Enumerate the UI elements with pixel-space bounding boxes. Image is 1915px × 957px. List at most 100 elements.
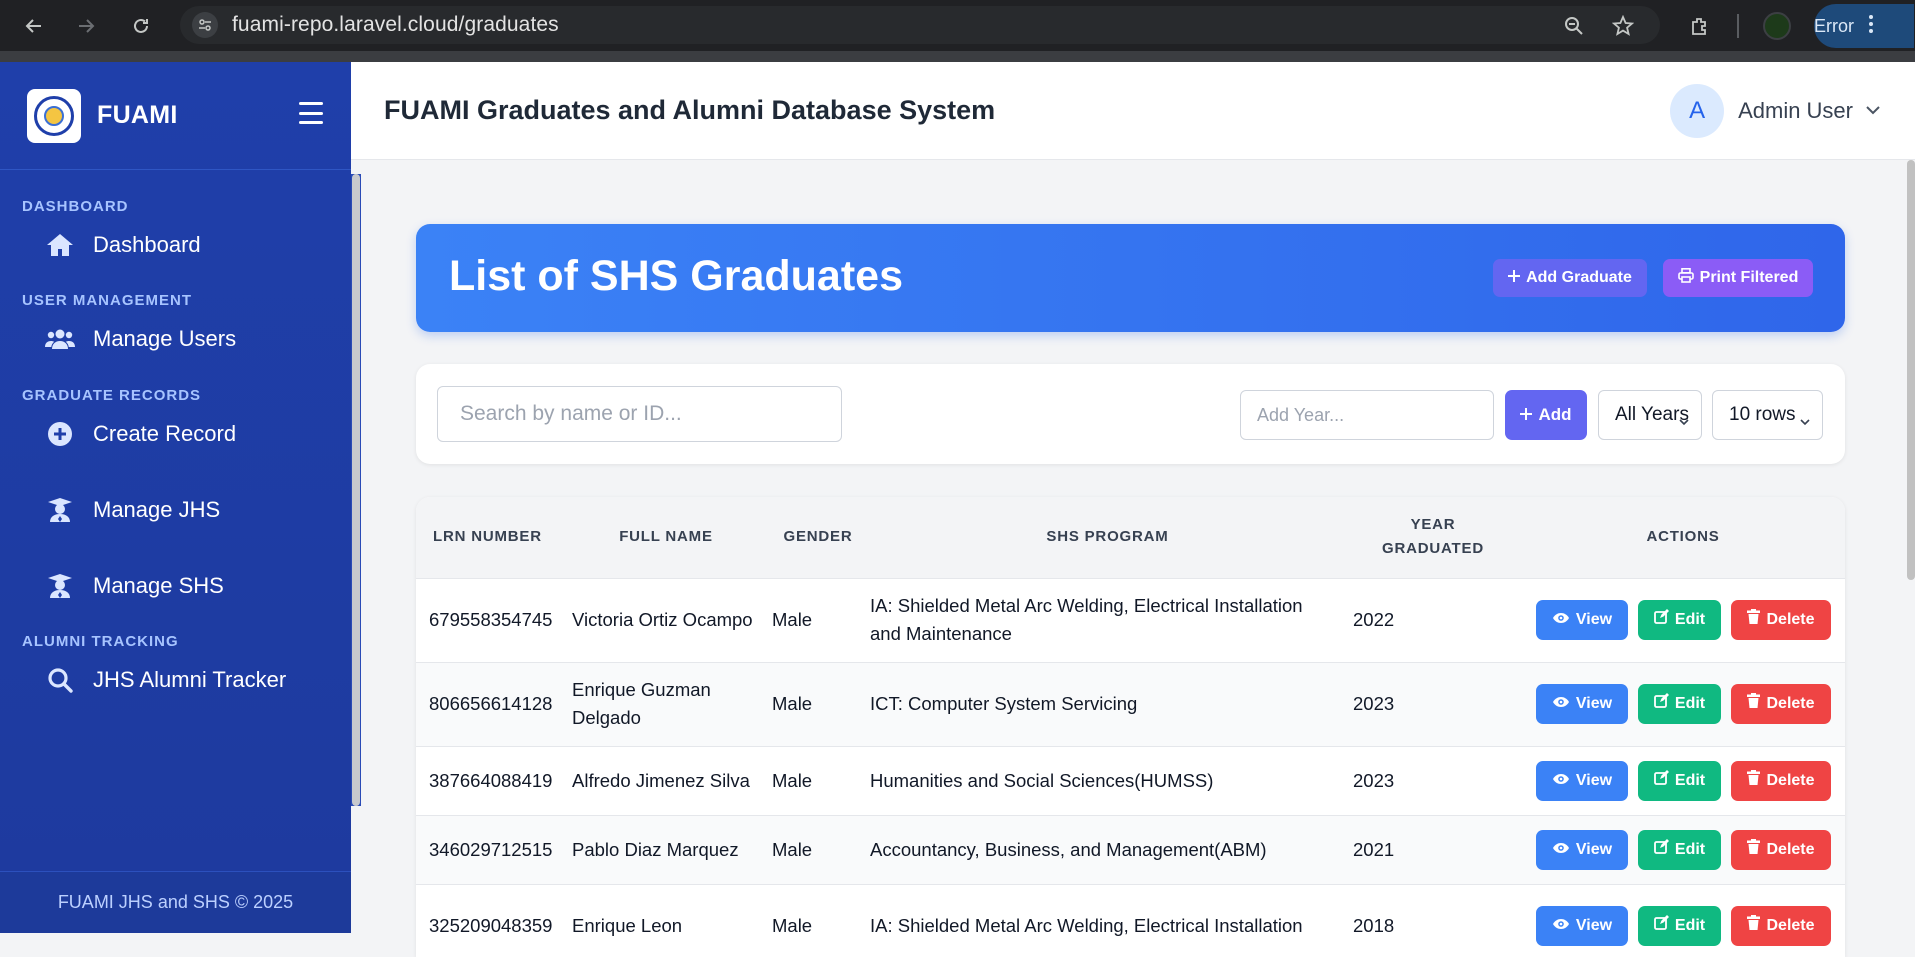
view-label: View [1575, 771, 1613, 789]
delete-button[interactable]: Delete [1731, 684, 1831, 724]
sidebar-item-label: Create Record [93, 421, 237, 446]
edit-button[interactable]: Edit [1638, 760, 1721, 801]
cell-year-graduated: 2023 [1345, 745, 1521, 815]
column-header-shs-program[interactable]: SHS PROGRAM [870, 497, 1345, 578]
edit-icon [1653, 690, 1675, 718]
edit-icon [1653, 912, 1675, 940]
error-button[interactable]: Error [1814, 4, 1914, 48]
page-scrollbar[interactable] [1907, 160, 1915, 580]
avatar: A [1670, 84, 1725, 138]
cell-full-name: Pablo Diaz Marquez [566, 814, 766, 884]
sidebar-item-manage-users[interactable]: Manage Users [0, 309, 341, 369]
column-header-year-graduated[interactable]: YEAR GRADUATED [1345, 497, 1521, 578]
printer-icon [1677, 268, 1700, 288]
section-title-graduate-records: GRADUATE RECORDS [22, 387, 202, 404]
rows-per-page-select[interactable]: 10 rows [1712, 390, 1823, 440]
view-label: View [1575, 917, 1613, 935]
print-filtered-button[interactable]: Print Filtered [1663, 259, 1813, 297]
add-year-button[interactable]: Add [1505, 390, 1587, 440]
sidebar-item-manage-jhs[interactable]: Manage JHS [0, 480, 341, 540]
sidebar-item-manage-shs[interactable]: Manage SHS [0, 556, 341, 616]
users-icon [45, 327, 75, 351]
view-button[interactable]: View [1536, 684, 1628, 724]
sidebar-scrollbar[interactable] [351, 174, 361, 806]
forward-icon[interactable] [72, 12, 100, 40]
table-row[interactable]: 387664088419 Alfredo Jimenez Silva Male … [416, 745, 1845, 815]
view-button[interactable]: View [1536, 600, 1628, 640]
delete-label: Delete [1766, 611, 1815, 628]
year-select[interactable]: All Years [1598, 390, 1702, 440]
delete-button[interactable]: Delete [1731, 906, 1831, 947]
edit-button[interactable]: Edit [1638, 906, 1721, 947]
cell-lrn: 325209048359 [416, 883, 566, 957]
sidebar-item-create-record[interactable]: Create Record [0, 404, 341, 464]
view-button[interactable]: View [1536, 829, 1628, 870]
extensions-icon[interactable] [1686, 12, 1714, 40]
hamburger-menu-icon[interactable] [299, 102, 323, 124]
delete-button[interactable]: Delete [1731, 600, 1831, 640]
sidebar-item-jhs-alumni-tracker[interactable]: JHS Alumni Tracker [0, 650, 341, 710]
print-filtered-label: Print Filtered [1699, 269, 1799, 286]
cell-year-graduated: 2023 [1345, 661, 1521, 746]
search-icon [45, 667, 75, 693]
trash-icon [1747, 690, 1766, 718]
edit-button[interactable]: Edit [1638, 829, 1721, 870]
header-year-line2: GRADUATED [1382, 540, 1484, 558]
cell-shs-program: IA: Shielded Metal Arc Welding, Electric… [870, 883, 1345, 957]
reload-icon[interactable] [127, 12, 155, 40]
delete-button[interactable]: Delete [1731, 829, 1831, 870]
plus-icon [1520, 405, 1533, 425]
sidebar-item-label: Manage SHS [93, 573, 224, 598]
chevron-down-icon [1679, 410, 1689, 432]
column-header-lrn[interactable]: LRN NUMBER [416, 497, 566, 578]
cell-lrn: 679558354745 [416, 577, 566, 662]
cell-shs-program: Humanities and Social Sciences(HUMSS) [870, 745, 1345, 815]
cell-shs-program: IA: Shielded Metal Arc Welding, Electric… [870, 577, 1345, 662]
edit-button[interactable]: Edit [1638, 600, 1721, 640]
table-row[interactable]: 325209048359 Enrique Leon Male IA: Shiel… [416, 883, 1845, 957]
edit-icon [1653, 836, 1675, 864]
delete-label: Delete [1766, 917, 1815, 935]
plus-icon [1508, 269, 1526, 287]
table-row[interactable]: 346029712515 Pablo Diaz Marquez Male Acc… [416, 814, 1845, 884]
delete-button[interactable]: Delete [1731, 760, 1831, 801]
table-row[interactable]: 679558354745 Victoria Ortiz Ocampo Male … [416, 577, 1845, 662]
profile-avatar[interactable] [1763, 12, 1791, 40]
cell-gender: Male [766, 577, 870, 662]
page-title: FUAMI Graduates and Alumni Database Syst… [384, 95, 996, 125]
edit-label: Edit [1674, 840, 1706, 858]
year-select-value: All Years [1615, 404, 1689, 425]
zoom-icon[interactable] [1560, 12, 1588, 40]
year-input[interactable]: Add Year... [1240, 390, 1494, 440]
chevron-down-icon [1800, 410, 1810, 432]
address-bar[interactable]: fuami-repo.laravel.cloud/graduates [180, 6, 1660, 44]
column-header-gender[interactable]: GENDER [766, 497, 870, 578]
filter-bar: Search by name or ID... Add Year... Add … [416, 364, 1845, 464]
add-graduate-button[interactable]: Add Graduate [1493, 259, 1647, 297]
sidebar-item-label: Dashboard [93, 232, 201, 257]
url-path: /graduates [458, 13, 559, 36]
search-input[interactable]: Search by name or ID... [437, 386, 842, 442]
url-text[interactable]: fuami-repo.laravel.cloud/graduates [232, 13, 559, 37]
view-label: View [1575, 611, 1613, 628]
edit-button[interactable]: Edit [1638, 684, 1721, 724]
site-settings-icon[interactable] [192, 12, 218, 38]
table-row[interactable]: 806656614128 Enrique Guzman Delgado Male… [416, 661, 1845, 746]
eye-icon [1552, 606, 1576, 634]
cell-shs-program: Accountancy, Business, and Management(AB… [870, 814, 1345, 884]
column-header-full-name[interactable]: FULL NAME [566, 497, 766, 578]
eye-icon [1552, 836, 1576, 864]
view-button[interactable]: View [1536, 760, 1628, 801]
user-name: Admin User [1738, 98, 1853, 123]
view-label: View [1575, 840, 1613, 858]
user-menu[interactable]: A Admin User [1670, 84, 1881, 138]
edit-label: Edit [1674, 771, 1706, 789]
section-title-dashboard: DASHBOARD [22, 198, 129, 215]
list-title: List of SHS Graduates [449, 252, 903, 300]
sidebar-nav: DASHBOARD Dashboard USER MANAGEMENT Mana… [0, 170, 341, 860]
cell-year-graduated: 2021 [1345, 814, 1521, 884]
back-icon[interactable] [20, 12, 48, 40]
sidebar-item-dashboard[interactable]: Dashboard [0, 215, 341, 275]
view-button[interactable]: View [1536, 906, 1628, 947]
bookmark-star-icon[interactable] [1609, 12, 1637, 40]
